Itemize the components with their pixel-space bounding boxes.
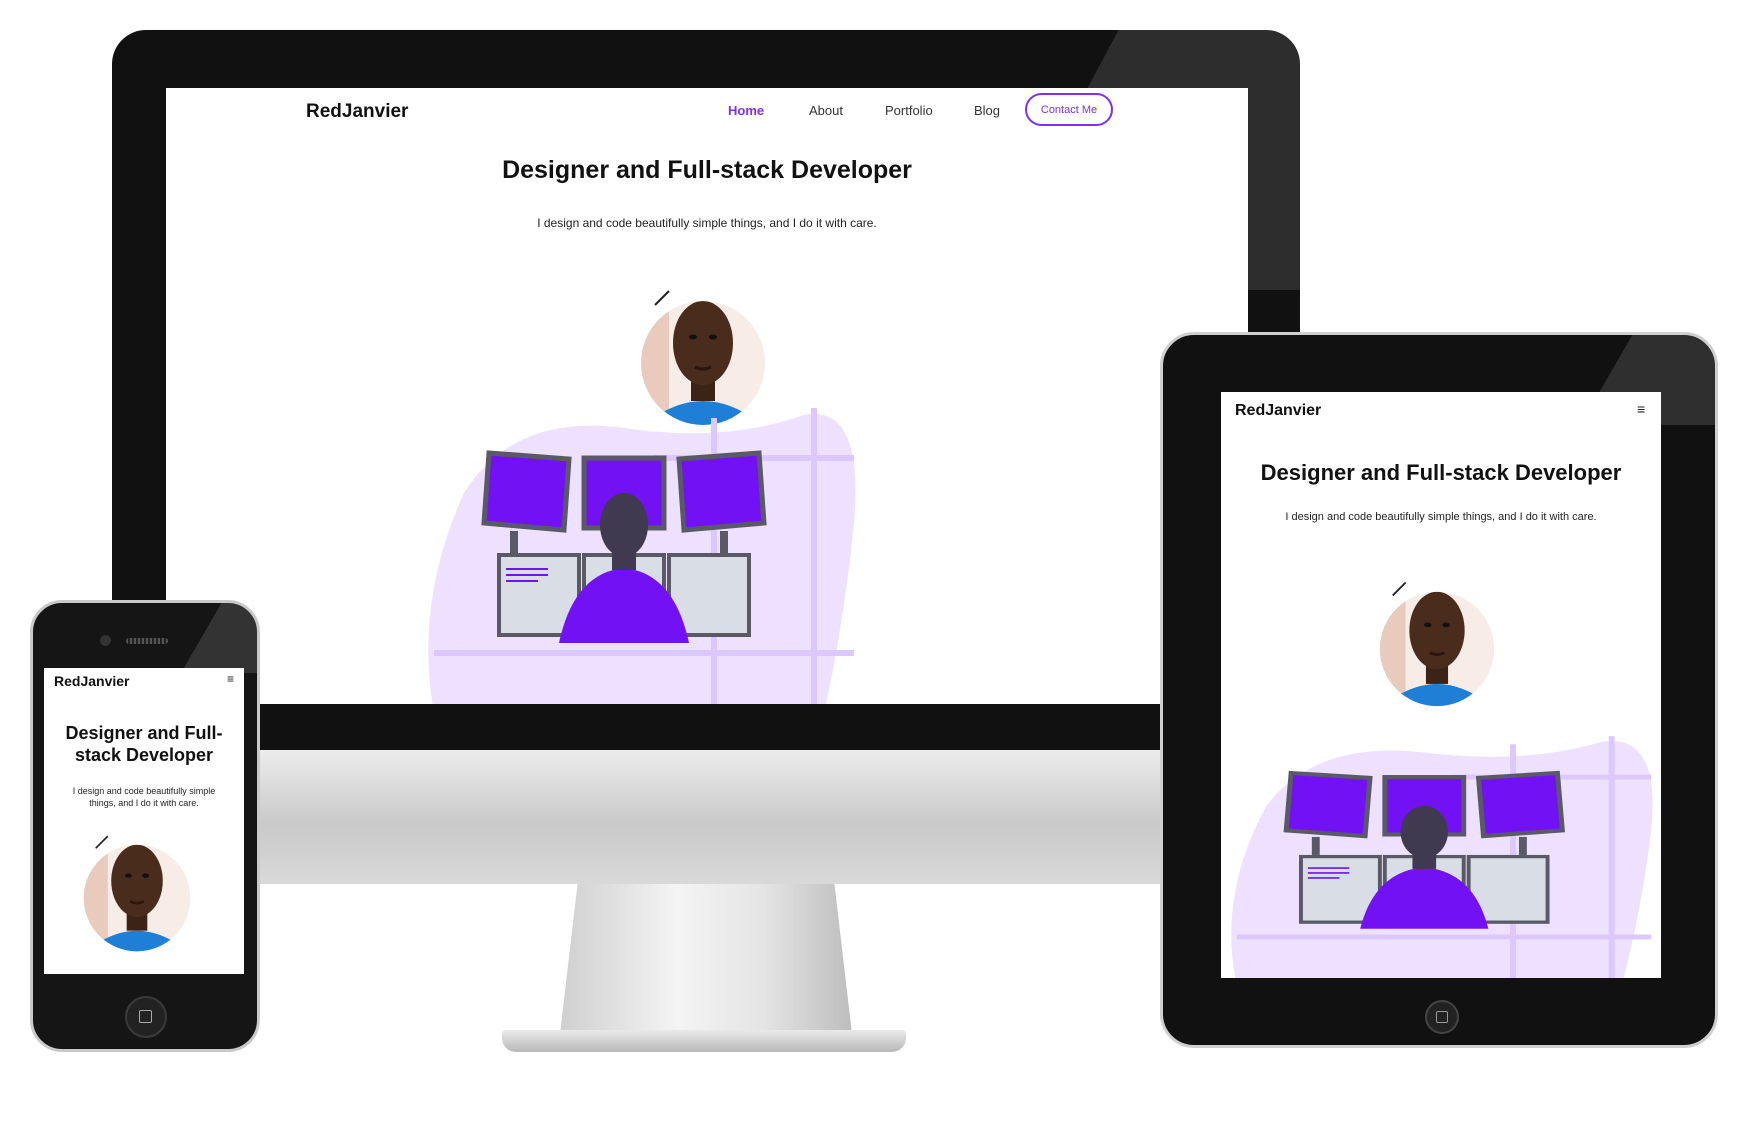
nav-about[interactable]: About (809, 103, 843, 118)
nav-home[interactable]: Home (728, 103, 764, 118)
hero-tagline: I design and code beautifully simple thi… (1285, 511, 1597, 523)
desktop-monitor-base (502, 1030, 906, 1052)
brand-logo[interactable]: RedJanvier (306, 101, 408, 123)
brand-logo[interactable]: RedJanvier (54, 673, 129, 689)
nav-blog[interactable]: Blog (974, 103, 1000, 118)
desktop-monitor-chin (112, 750, 1300, 884)
avatar-photo (1379, 581, 1495, 707)
avatar-photo (83, 835, 191, 952)
hero-tagline: I design and code beautifully simple thi… (537, 216, 877, 230)
hero-headline: Designer and Full-stack Developer (1260, 460, 1622, 485)
phone-camera (100, 635, 111, 646)
hero-headline-line1: Designer and Full- (65, 723, 223, 743)
phone-home-button[interactable] (125, 996, 167, 1038)
desktop-monitor-stand (560, 884, 852, 1034)
hero-headline-line2: stack Developer (74, 745, 214, 765)
brand-logo[interactable]: RedJanvier (1235, 402, 1321, 420)
nav-portfolio[interactable]: Portfolio (885, 103, 933, 118)
hero-headline: Designer and Full-stack Developer (502, 156, 912, 184)
developer-illustration (428, 408, 856, 704)
developer-illustration (1231, 736, 1653, 978)
contact-me-button[interactable]: Contact Me (1025, 93, 1113, 126)
hamburger-menu-icon[interactable]: ≡ (1637, 401, 1645, 417)
hero-tagline-line1: I design and code beautifully simple (72, 786, 216, 796)
tablet-screen: RedJanvier ≡ Designer and Full-stack Dev… (1221, 392, 1661, 978)
tablet-home-button[interactable] (1425, 1000, 1459, 1034)
hero-tagline-line2: things, and I do it with care. (89, 798, 199, 808)
hero-headline: Designer and Full- stack Developer (44, 722, 244, 766)
hero-tagline: I design and code beautifully simple thi… (44, 785, 244, 809)
desktop-screen: RedJanvier Home About Portfolio Blog Con… (166, 88, 1248, 704)
phone-speaker (126, 638, 168, 644)
hamburger-menu-icon[interactable]: ≡ (227, 672, 234, 686)
phone-screen: RedJanvier ≡ Designer and Full- stack De… (44, 668, 244, 974)
